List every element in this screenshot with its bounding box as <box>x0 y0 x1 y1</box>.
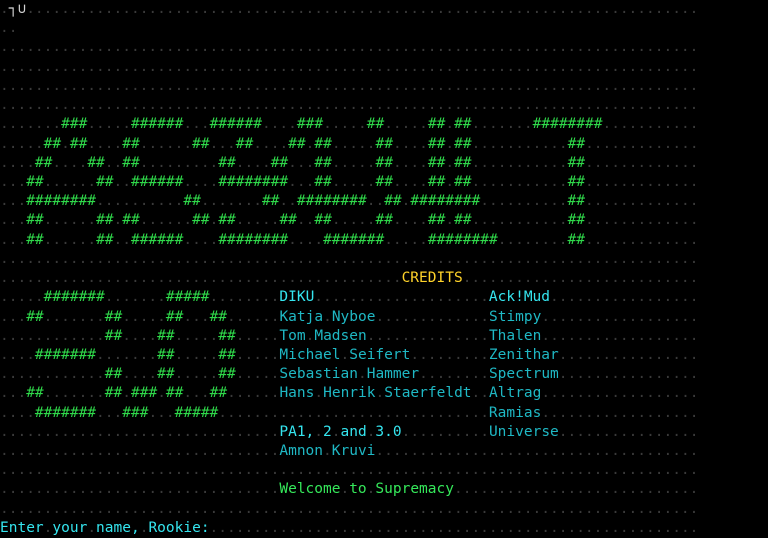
terminal-line: ........................................… <box>0 270 699 287</box>
terminal-line: .┐∪.....................................… <box>0 1 699 17</box>
terminal-line: ................................PA1,.2.a… <box>0 423 699 440</box>
terminal-screen[interactable]: .┐∪.....................................… <box>0 0 768 538</box>
terminal-line: .....#######.......#####........DIKU....… <box>0 289 699 306</box>
terminal-line: ............##....##.....##.....Tom.Mads… <box>0 327 699 344</box>
terminal-line: ...##......##.##......##.##.....##..##..… <box>0 212 699 229</box>
terminal-line: .......###.....######...######....###...… <box>0 116 699 133</box>
terminal-window: .┐∪.....................................… <box>0 0 768 538</box>
terminal-line: ...##.......##.###.##...##......Hans.Hen… <box>0 385 699 402</box>
terminal-line: ........................................… <box>0 250 699 267</box>
terminal-line: .. <box>0 20 699 37</box>
terminal-line: Enter.your.name,.Rookie:................… <box>0 519 699 536</box>
terminal-line: ................................Amnon.Kr… <box>0 443 699 460</box>
terminal-line: ...##.......##.....##...##......Katja.Ny… <box>0 308 699 325</box>
terminal-line: ........................................… <box>0 39 699 56</box>
terminal-line: ........................................… <box>0 77 699 94</box>
terminal-line: ............##....##.....##.....Sebastia… <box>0 366 699 383</box>
terminal-line: ........................................… <box>0 58 699 75</box>
terminal-line: ....#######...###...#####...............… <box>0 404 699 421</box>
terminal-line: ...########..........##.......##..######… <box>0 193 699 210</box>
terminal-line: ...##......##..######....########....###… <box>0 231 699 248</box>
terminal-line: ........................................… <box>0 97 699 114</box>
terminal-line: .....##.##....##......##...##....##.##..… <box>0 135 699 152</box>
terminal-line: ...##......##..######....########...##..… <box>0 173 699 190</box>
terminal-line: ........................................… <box>0 462 699 479</box>
terminal-line: ....#######.......##.....##.....Michael.… <box>0 346 699 363</box>
terminal-line: ....##....##..##.........##....##...##..… <box>0 154 699 171</box>
terminal-line: ........................................… <box>0 500 699 517</box>
terminal-line: ................................Welcome.… <box>0 481 699 498</box>
